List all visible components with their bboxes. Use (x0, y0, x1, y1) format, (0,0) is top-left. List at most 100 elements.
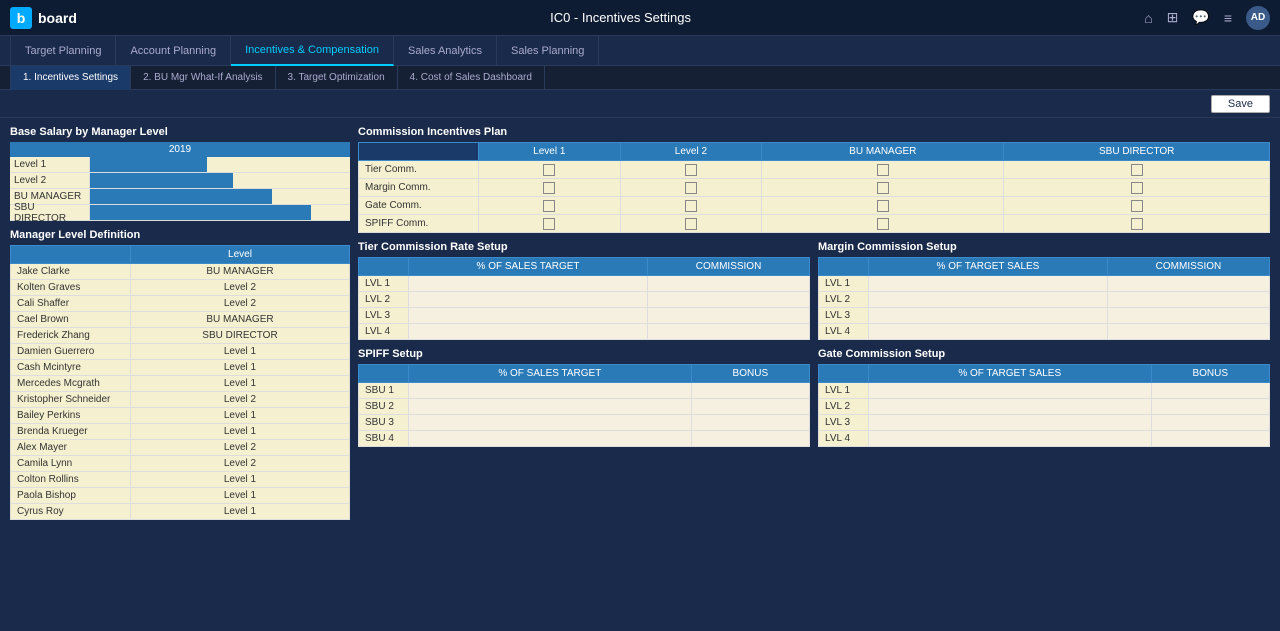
manager-level-table: Level Jake Clarke BU MANAGER Kolten Grav… (10, 245, 350, 520)
sub-tab-target-opt[interactable]: 3. Target Optimization (276, 66, 398, 90)
table-row: Frederick Zhang SBU DIRECTOR (11, 328, 350, 344)
comm-cb-bu[interactable] (762, 215, 1004, 233)
base-salary-year: 2019 (10, 142, 350, 157)
gate-row-label: LVL 4 (819, 431, 869, 447)
commission-plan-title: Commission Incentives Plan (358, 126, 1270, 138)
spiff-pct-val[interactable] (409, 383, 692, 399)
margin-comm-val[interactable] (1107, 308, 1269, 324)
table-row: Paola Bishop Level 1 (11, 488, 350, 504)
nav-tabs: Target Planning Account Planning Incenti… (0, 36, 1280, 66)
comm-cb-sbu[interactable] (1004, 197, 1270, 215)
gate-bonus-val[interactable] (1151, 399, 1269, 415)
spiff-pct-val[interactable] (409, 415, 692, 431)
comm-cb-bu[interactable] (762, 161, 1004, 179)
table-row: Colton Rollins Level 1 (11, 472, 350, 488)
sub-tab-incentives-settings[interactable]: 1. Incentives Settings (10, 66, 131, 90)
tier-pct-val[interactable] (409, 292, 648, 308)
tier-comm-val[interactable] (648, 308, 810, 324)
comm-blank-header (359, 143, 479, 161)
table-row: LVL 4 (819, 431, 1270, 447)
spiff-bonus-header: BONUS (691, 365, 809, 383)
col-level-header: Level (131, 246, 350, 264)
margin-pct-val[interactable] (869, 308, 1108, 324)
comm-cb-sbu[interactable] (1004, 179, 1270, 197)
gate-pct-val[interactable] (869, 399, 1152, 415)
comm-row-label: Gate Comm. (359, 197, 479, 215)
gate-bonus-val[interactable] (1151, 383, 1269, 399)
gate-commission-section: Gate Commission Setup % OF TARGET SALES … (818, 348, 1270, 447)
table-row: Cyrus Roy Level 1 (11, 504, 350, 520)
spiff-bonus-val[interactable] (691, 431, 809, 447)
spiff-pct-val[interactable] (409, 399, 692, 415)
tab-incentives-compensation[interactable]: Incentives & Compensation (231, 36, 394, 66)
gate-bonus-val[interactable] (1151, 415, 1269, 431)
tier-pct-val[interactable] (409, 324, 648, 340)
manager-name: Bailey Perkins (11, 408, 131, 424)
gate-bonus-val[interactable] (1151, 431, 1269, 447)
comm-cb-l1[interactable] (479, 179, 621, 197)
table-row: Cash Mcintyre Level 1 (11, 360, 350, 376)
table-row: SBU 1 (359, 383, 810, 399)
sub-tab-bu-mgr[interactable]: 2. BU Mgr What-If Analysis (131, 66, 275, 90)
spiff-bonus-val[interactable] (691, 415, 809, 431)
tab-target-planning[interactable]: Target Planning (10, 36, 116, 66)
comm-cb-l1[interactable] (479, 161, 621, 179)
comm-cb-bu[interactable] (762, 197, 1004, 215)
tier-comm-val[interactable] (648, 324, 810, 340)
table-row: Alex Mayer Level 2 (11, 440, 350, 456)
comment-icon[interactable]: 💬 (1192, 9, 1209, 26)
sub-tab-cost-dashboard[interactable]: 4. Cost of Sales Dashboard (398, 66, 545, 90)
comm-cb-l1[interactable] (479, 215, 621, 233)
spiff-pct-val[interactable] (409, 431, 692, 447)
tab-sales-analytics[interactable]: Sales Analytics (394, 36, 497, 66)
avatar[interactable]: AD (1246, 6, 1270, 30)
save-button[interactable]: Save (1211, 95, 1270, 113)
margin-comm-val[interactable] (1107, 292, 1269, 308)
margin-comm-val[interactable] (1107, 324, 1269, 340)
tier-comm-val[interactable] (648, 276, 810, 292)
comm-cb-sbu[interactable] (1004, 161, 1270, 179)
margin-comm-val[interactable] (1107, 276, 1269, 292)
gate-pct-val[interactable] (869, 431, 1152, 447)
manager-level-section: Manager Level Definition Level Jake Clar… (10, 229, 350, 520)
tab-sales-planning[interactable]: Sales Planning (497, 36, 599, 66)
gate-row-label: LVL 2 (819, 399, 869, 415)
commission-plan-table: Level 1 Level 2 BU MANAGER SBU DIRECTOR … (358, 142, 1270, 233)
spiff-bonus-val[interactable] (691, 383, 809, 399)
comm-bu-manager-header: BU MANAGER (762, 143, 1004, 161)
tier-comm-val[interactable] (648, 292, 810, 308)
table-row: Cali Shaffer Level 2 (11, 296, 350, 312)
comm-cb-l2[interactable] (620, 161, 762, 179)
gate-pct-val[interactable] (869, 415, 1152, 431)
margin-pct-val[interactable] (869, 292, 1108, 308)
spiff-bonus-val[interactable] (691, 399, 809, 415)
share-icon[interactable]: ⊞ (1167, 9, 1179, 26)
tier-pct-val[interactable] (409, 276, 648, 292)
comm-cb-l2[interactable] (620, 179, 762, 197)
comm-cb-sbu[interactable] (1004, 215, 1270, 233)
home-icon[interactable]: ⌂ (1144, 10, 1152, 26)
table-row: Mercedes Mcgrath Level 1 (11, 376, 350, 392)
bar-fill-bu-manager (90, 189, 272, 204)
comm-cb-l2[interactable] (620, 215, 762, 233)
tier-pct-val[interactable] (409, 308, 648, 324)
gate-pct-val[interactable] (869, 383, 1152, 399)
margin-row-label: LVL 4 (819, 324, 869, 340)
comm-sbu-director-header: SBU DIRECTOR (1004, 143, 1270, 161)
comm-cb-l1[interactable] (479, 197, 621, 215)
gate-bonus-header: BONUS (1151, 365, 1269, 383)
tab-account-planning[interactable]: Account Planning (116, 36, 231, 66)
spiff-row-label: SBU 2 (359, 399, 409, 415)
comm-cb-l2[interactable] (620, 197, 762, 215)
base-salary-chart: 2019 Level 1 Level 2 BU MANAGER (10, 142, 350, 221)
table-row: LVL 3 (819, 415, 1270, 431)
table-row: LVL 2 (359, 292, 810, 308)
table-row: SPIFF Comm. (359, 215, 1270, 233)
table-row: LVL 1 (819, 276, 1270, 292)
comm-cb-bu[interactable] (762, 179, 1004, 197)
margin-pct-val[interactable] (869, 324, 1108, 340)
margin-pct-header: % OF TARGET SALES (869, 258, 1108, 276)
menu-icon[interactable]: ≡ (1224, 10, 1232, 26)
tier-row-label: LVL 2 (359, 292, 409, 308)
margin-pct-val[interactable] (869, 276, 1108, 292)
